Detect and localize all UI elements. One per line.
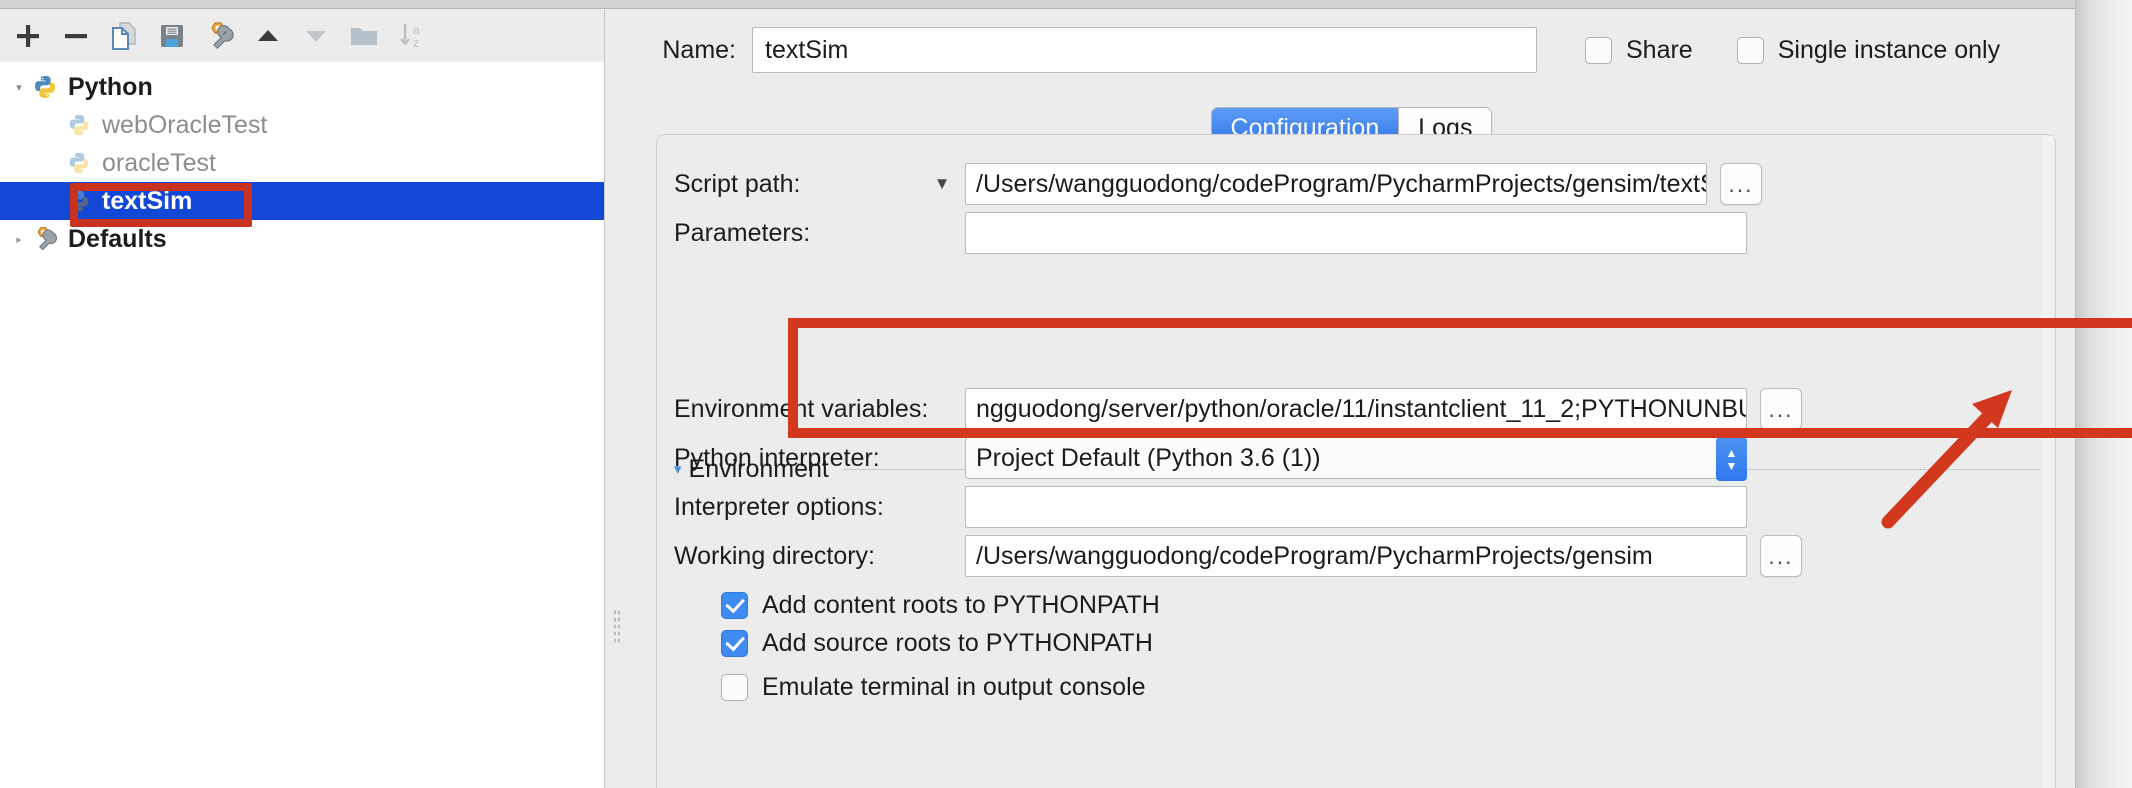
tree-item-label: Python: [68, 72, 153, 101]
python-interpreter-row: Python interpreter: Project Default (Pyt…: [657, 437, 2057, 481]
add-source-roots-label: Add source roots to PYTHONPATH: [762, 629, 1153, 657]
script-path-browse-button[interactable]: ...: [1720, 163, 1762, 205]
tree-item-label: webOracleTest: [102, 110, 268, 139]
script-path-row: Script path: ▼ /Users/wangguodong/codePr…: [657, 163, 2057, 205]
environment-variables-browse-button[interactable]: ...: [1760, 388, 1802, 430]
folder-icon: [351, 27, 377, 45]
copy-configuration-button[interactable]: [100, 14, 148, 58]
sort-configurations-button[interactable]: a z: [388, 14, 436, 58]
python-interpreter-label: Python interpreter:: [674, 443, 880, 472]
python-interpreter-value: Project Default (Python 3.6 (1)): [976, 443, 1321, 472]
interpreter-options-input[interactable]: [965, 486, 1747, 528]
name-row: Name: Share Single instance only: [628, 27, 2075, 73]
interpreter-options-label: Interpreter options:: [674, 492, 884, 521]
interpreter-options-row: Interpreter options:: [657, 486, 2057, 528]
add-source-roots-checkbox-row[interactable]: Add source roots to PYTHONPATH: [721, 629, 1153, 658]
working-directory-input[interactable]: /Users/wangguodong/codeProgram/PycharmPr…: [965, 535, 1747, 577]
add-button[interactable]: [4, 14, 52, 58]
configurations-tree[interactable]: ▾ Python webOracleTest oracleTest textSi…: [0, 62, 604, 788]
splitter-grip[interactable]: [613, 609, 620, 645]
parameters-row: Parameters:: [657, 212, 2057, 254]
working-directory-label: Working directory:: [674, 541, 875, 570]
python-icon: [64, 148, 94, 178]
working-directory-row: Working directory: /Users/wangguodong/co…: [657, 535, 2057, 577]
script-path-dropdown-icon[interactable]: ▼: [919, 174, 965, 194]
svg-text:z: z: [413, 36, 419, 50]
tree-item-label: textSim: [102, 186, 193, 215]
edit-templates-button[interactable]: [196, 14, 244, 58]
save-configuration-button[interactable]: [148, 14, 196, 58]
wrench-icon: [211, 21, 234, 49]
copy-icon: [112, 21, 136, 50]
python-icon: [64, 110, 94, 140]
script-path-input[interactable]: /Users/wangguodong/codeProgram/PycharmPr…: [965, 163, 1707, 205]
tree-item-python[interactable]: ▾ Python: [0, 68, 604, 106]
environment-variables-input[interactable]: ngguodong/server/python/oracle/11/instan…: [965, 388, 1747, 430]
chevron-down-icon[interactable]: ▾: [8, 68, 30, 106]
name-input[interactable]: [752, 27, 1537, 73]
minus-icon: [65, 33, 87, 38]
single-instance-checkbox-group[interactable]: Single instance only: [1736, 35, 2001, 65]
add-content-roots-checkbox-row[interactable]: Add content roots to PYTHONPATH: [721, 591, 1160, 620]
add-source-roots-checkbox[interactable]: [721, 630, 748, 657]
add-content-roots-checkbox[interactable]: [721, 592, 748, 619]
environment-variables-label: Environment variables:: [674, 394, 929, 423]
sidebar-toolbar: a z: [0, 9, 604, 62]
wrench-icon: [30, 224, 60, 254]
working-directory-browse-button[interactable]: ...: [1760, 535, 1802, 577]
tree-item-textsim[interactable]: textSim: [0, 182, 604, 220]
new-folder-button[interactable]: [340, 14, 388, 58]
emulate-terminal-label: Emulate terminal in output console: [762, 673, 1146, 701]
share-checkbox[interactable]: [1585, 36, 1612, 64]
configuration-editor-panel: Name: Share Single instance only Configu…: [628, 9, 2075, 788]
name-label: Name:: [662, 35, 736, 64]
svg-text:a: a: [413, 23, 420, 37]
save-icon: [161, 24, 183, 47]
emulate-terminal-checkbox[interactable]: [721, 674, 748, 701]
chevron-right-icon[interactable]: ▸: [8, 220, 30, 258]
configuration-tab-panel: Script path: ▼ /Users/wangguodong/codePr…: [656, 134, 2056, 788]
tree-item-label: Defaults: [68, 224, 167, 253]
share-label: Share: [1626, 35, 1693, 64]
add-content-roots-label: Add content roots to PYTHONPATH: [762, 591, 1160, 619]
script-path-label: Script path:: [674, 169, 801, 198]
python-icon: [64, 186, 94, 216]
triangle-down-icon: [306, 30, 326, 42]
parameters-input[interactable]: [965, 212, 1747, 254]
tree-item-oracletest[interactable]: oracleTest: [0, 144, 604, 182]
single-instance-label: Single instance only: [1777, 35, 2001, 64]
tree-item-defaults[interactable]: ▸ Defaults: [0, 220, 604, 258]
window-title-strip: [0, 0, 2132, 9]
move-up-button[interactable]: [244, 14, 292, 58]
window-drop-shadow: [2075, 0, 2132, 788]
python-icon: [30, 72, 60, 102]
python-interpreter-select[interactable]: Project Default (Python 3.6 (1)) ▲ ▼: [965, 437, 1747, 481]
tree-item-weboracletest[interactable]: webOracleTest: [0, 106, 604, 144]
run-debug-configurations-dialog: a z ▾ Python webOracleTest oracleTest te…: [0, 0, 2132, 788]
stepper-down-icon[interactable]: ▼: [1726, 460, 1738, 472]
move-down-button[interactable]: [292, 14, 340, 58]
sort-az-icon: a z: [400, 23, 420, 50]
share-checkbox-group[interactable]: Share: [1585, 36, 1693, 65]
tree-item-label: oracleTest: [102, 148, 216, 177]
environment-variables-row: Environment variables: ngguodong/server/…: [657, 388, 2057, 430]
stepper-up-icon[interactable]: ▲: [1726, 447, 1738, 459]
emulate-terminal-checkbox-row[interactable]: Emulate terminal in output console: [721, 673, 1146, 702]
plus-icon: [17, 24, 39, 47]
configurations-sidebar: a z ▾ Python webOracleTest oracleTest te…: [0, 9, 604, 788]
python-interpreter-stepper[interactable]: ▲ ▼: [1716, 437, 1747, 481]
parameters-label: Parameters:: [674, 218, 811, 247]
triangle-up-icon: [258, 29, 278, 41]
panel-splitter[interactable]: [604, 9, 628, 788]
single-instance-checkbox[interactable]: [1736, 36, 1764, 64]
remove-button[interactable]: [52, 14, 100, 58]
